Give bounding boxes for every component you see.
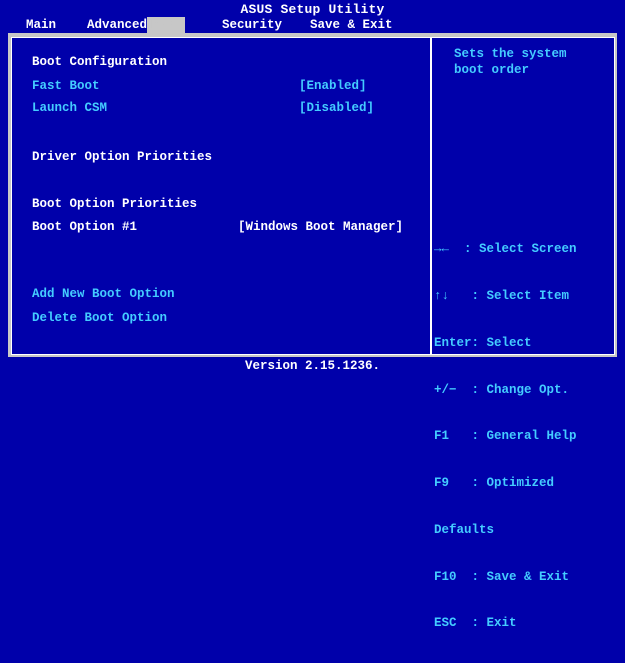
help-description: Sets the system boot order	[454, 47, 567, 77]
key-defaults: Defaults	[434, 522, 495, 537]
delete-boot-option[interactable]: Delete Boot Option	[32, 311, 167, 325]
key-enter-select: Enter: Select	[434, 335, 532, 350]
fast-boot-value[interactable]: [Enabled]	[299, 79, 367, 93]
tab-bar: Main Advanced Boot Security Save & Exit	[0, 17, 625, 33]
tab-advanced[interactable]: Advanced	[83, 17, 151, 33]
main-area: Boot Configuration Fast Boot [Enabled] L…	[8, 33, 617, 630]
tab-security[interactable]: Security	[218, 17, 286, 33]
boot-option-1-value[interactable]: [Windows Boot Manager]	[238, 220, 403, 234]
version-footer: Version 2.15.1236.	[244, 359, 381, 373]
header-bar: ASUS Setup Utility Main Advanced Boot Se…	[0, 0, 625, 33]
tab-boot[interactable]: Boot	[147, 17, 186, 33]
app-title: ASUS Setup Utility	[240, 2, 385, 17]
boot-configuration-heading: Boot Configuration	[32, 55, 168, 69]
key-save-exit: F10 : Save & Exit	[434, 569, 570, 584]
key-general-help: F1 : General Help	[434, 429, 577, 444]
key-select-item: ↑↓ : Select Item	[434, 288, 570, 303]
key-legend: →← : Select Screen ↑↓ : Select Item Ente…	[434, 211, 577, 663]
driver-option-priorities-heading: Driver Option Priorities	[32, 150, 213, 164]
launch-csm-label[interactable]: Launch CSM	[32, 101, 107, 115]
boot-option-1-label[interactable]: Boot Option #1	[32, 220, 137, 234]
tab-main[interactable]: Main	[22, 17, 60, 33]
tab-save-exit[interactable]: Save & Exit	[306, 17, 397, 33]
key-optimized: F9 : Optimized	[434, 476, 555, 491]
add-new-boot-option[interactable]: Add New Boot Option	[32, 287, 175, 301]
key-change-opt: +/− : Change Opt.	[434, 382, 570, 397]
help-panel: Sets the system boot order →← : Select S…	[431, 37, 615, 630]
launch-csm-value[interactable]: [Disabled]	[299, 101, 374, 115]
fast-boot-label[interactable]: Fast Boot	[32, 79, 100, 93]
key-exit: ESC : Exit	[434, 616, 517, 631]
key-select-screen: →← : Select Screen	[434, 242, 577, 257]
boot-option-priorities-heading: Boot Option Priorities	[32, 197, 198, 211]
settings-panel: Boot Configuration Fast Boot [Enabled] L…	[11, 37, 432, 355]
